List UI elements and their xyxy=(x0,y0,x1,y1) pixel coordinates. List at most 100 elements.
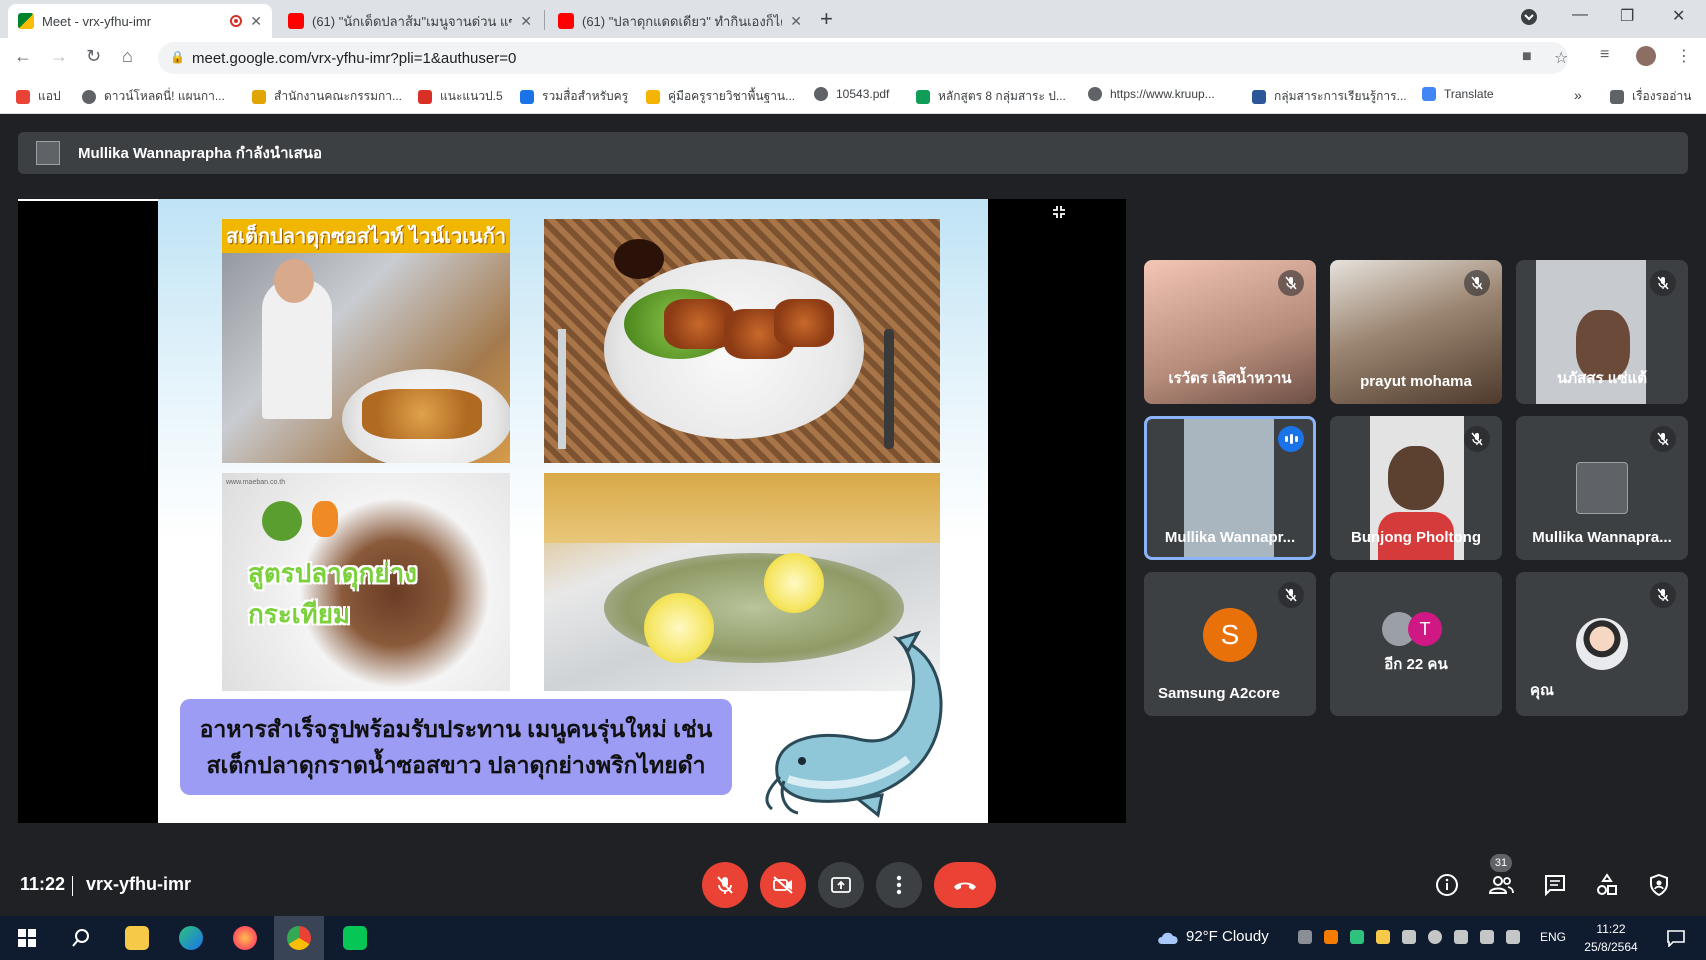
taskbar-search-button[interactable] xyxy=(56,916,106,960)
participant-tile-speaking[interactable]: Mullika Wannapr... xyxy=(1144,416,1316,560)
bookmark-item[interactable]: แนะแนวป.5 xyxy=(418,87,503,106)
chrome-menu-icon[interactable]: ⋮ xyxy=(1676,46,1692,66)
participant-tile[interactable]: Mullika Wannapra... xyxy=(1516,416,1688,560)
people-button[interactable] xyxy=(1486,870,1516,900)
bookmark-item[interactable]: สำนักงานคณะกรรมกา... xyxy=(252,87,402,106)
caption-line-2: สเต็กปลาดุกราดน้ำซอสขาว ปลาดุกย่างพริกไท… xyxy=(206,752,706,778)
firefox-button[interactable] xyxy=(220,916,270,960)
forward-icon[interactable]: → xyxy=(50,46,68,67)
bookmark-item[interactable]: https://www.kruup... xyxy=(1088,87,1215,101)
collapse-presentation-icon[interactable] xyxy=(1052,205,1066,224)
microphone-icon[interactable] xyxy=(1480,930,1494,944)
tray-app-icon[interactable] xyxy=(1298,930,1312,944)
bookmark-item[interactable]: 10543.pdf xyxy=(814,87,889,101)
lock-icon[interactable]: 🔒 xyxy=(170,50,185,64)
participant-tile[interactable]: เรวัตร เลิศน้ำหวาน xyxy=(1144,260,1316,404)
meeting-code: vrx-yfhu-imr xyxy=(86,874,192,894)
tray-app-icon[interactable] xyxy=(1324,930,1338,944)
leave-call-button[interactable] xyxy=(934,862,996,908)
bookmark-label: สำนักงานคณะกรรมกา... xyxy=(274,89,403,103)
participant-tile[interactable]: นภัสสร แซ่แต้ xyxy=(1516,260,1688,404)
bookmark-item[interactable]: คู่มือครูรายวิชาพื้นฐาน... xyxy=(646,87,795,106)
participant-name: Mullika Wannapr... xyxy=(1164,529,1296,546)
bookmark-item[interactable]: รวมสื่อสำหรับครู xyxy=(520,87,628,106)
restore-icon[interactable]: ❐ xyxy=(1620,6,1634,26)
drive-icon xyxy=(916,89,930,104)
bookmark-item[interactable]: ดาวน์โหลดนี่! แผนกา... xyxy=(82,87,225,106)
more-options-button[interactable] xyxy=(876,862,922,908)
close-window-icon[interactable]: ✕ xyxy=(1672,6,1685,26)
tab-youtube-2[interactable]: (61) "ปลาดุกแดดเดียว" ทำกินเองก็ได้ ✕ xyxy=(548,4,812,38)
volume-muted-icon[interactable] xyxy=(1454,930,1468,944)
security-icon[interactable] xyxy=(1376,930,1390,944)
wifi-icon[interactable] xyxy=(1428,930,1442,944)
tray-app-icon[interactable] xyxy=(1350,930,1364,944)
media-controls-icon[interactable]: ≡ xyxy=(1600,46,1609,64)
battery-icon[interactable] xyxy=(1402,930,1416,944)
present-now-button[interactable] xyxy=(818,862,864,908)
notification-icon xyxy=(1667,930,1685,947)
more-bookmarks-button[interactable]: » xyxy=(1574,87,1582,103)
bookmark-item[interactable]: หลักสูตร 8 กลุ่มสาระ ป... xyxy=(916,87,1066,106)
windows-taskbar: 92°F Cloudy ENG 11:22 25/8/2564 xyxy=(0,916,1706,960)
participant-tile[interactable]: S Samsung A2core xyxy=(1144,572,1316,716)
line-icon xyxy=(343,926,367,950)
file-explorer-button[interactable] xyxy=(112,916,162,960)
recording-icon xyxy=(230,15,243,27)
taskbar-time: 11:22 xyxy=(1596,922,1626,936)
bookmarks-bar: แอป ดาวน์โหลดนี่! แผนกา... สำนักงานคณะกร… xyxy=(0,78,1706,114)
tab-meet[interactable]: Meet - vrx-yfhu-imr ✕ xyxy=(8,4,272,38)
youtube-favicon-icon xyxy=(558,13,574,29)
input-language[interactable]: ENG xyxy=(1540,930,1566,944)
bookmark-item[interactable]: กลุ่มสาระการเรียนรู้การ... xyxy=(1252,87,1407,106)
notifications-button[interactable] xyxy=(1654,916,1698,960)
mic-off-icon xyxy=(1650,426,1676,452)
presentation-stage[interactable]: สเต็กปลาดุกซอสไวท์ ไวน์เวเนก้า www.maeba… xyxy=(18,199,1126,823)
tab-youtube-1[interactable]: (61) "นักเด็ดปลาส้ม"เมนูจานด่วน แซ่บ ✕ xyxy=(278,4,542,38)
close-tab-icon[interactable]: ✕ xyxy=(250,13,262,30)
close-tab-icon[interactable]: ✕ xyxy=(520,13,532,30)
host-controls-button[interactable] xyxy=(1644,870,1674,900)
speaking-indicator-icon xyxy=(1278,426,1304,452)
minimize-icon[interactable]: — xyxy=(1572,6,1588,24)
windows-start-button[interactable] xyxy=(2,916,52,960)
weather-widget[interactable]: 92°F Cloudy xyxy=(1156,928,1269,945)
taskbar-clock[interactable]: 11:22 25/8/2564 xyxy=(1576,920,1646,956)
apps-grid-icon xyxy=(16,89,30,104)
activities-button[interactable] xyxy=(1592,870,1622,900)
divider xyxy=(72,876,73,896)
url-text[interactable]: meet.google.com/vrx-yfhu-imr?pli=1&authu… xyxy=(192,50,516,67)
self-tile[interactable]: คุณ xyxy=(1516,572,1688,716)
chat-button[interactable] xyxy=(1540,870,1570,900)
address-bar[interactable]: 🔒 meet.google.com/vrx-yfhu-imr?pli=1&aut… xyxy=(158,42,1568,74)
reading-list-button[interactable]: เรื่องรออ่าน xyxy=(1610,87,1691,106)
camera-off-button[interactable] xyxy=(760,862,806,908)
mic-off-button[interactable] xyxy=(702,862,748,908)
line-button[interactable] xyxy=(330,916,380,960)
camera-in-use-icon[interactable]: ■ xyxy=(1522,48,1532,66)
bookmark-apps[interactable]: แอป xyxy=(16,87,61,106)
others-tile[interactable]: T อีก 22 คน xyxy=(1330,572,1502,716)
home-icon[interactable]: ⌂ xyxy=(122,46,133,67)
edge-button[interactable] xyxy=(166,916,216,960)
slide-photo3-tag: www.maeban.co.th xyxy=(226,479,286,486)
slide-photo-chef: สเต็กปลาดุกซอสไวท์ ไวน์เวเนก้า xyxy=(222,219,510,463)
participant-tile[interactable]: Bunjong Pholtong xyxy=(1330,416,1502,560)
bookmark-item[interactable]: Translate xyxy=(1422,87,1494,101)
bookmark-star-icon[interactable]: ☆ xyxy=(1554,48,1568,68)
chrome-icon xyxy=(287,926,311,950)
mic-off-icon xyxy=(717,876,733,894)
new-tab-button[interactable]: + xyxy=(820,6,833,32)
close-tab-icon[interactable]: ✕ xyxy=(790,13,802,30)
tab-search-icon[interactable] xyxy=(1520,8,1538,31)
chrome-button[interactable] xyxy=(274,916,324,960)
participant-name: Samsung A2core xyxy=(1158,685,1280,702)
display-icon[interactable] xyxy=(1506,930,1520,944)
reload-icon[interactable]: ↻ xyxy=(86,46,101,67)
bookmark-label: แนะแนวป.5 xyxy=(440,89,503,103)
participant-name: prayut mohama xyxy=(1360,373,1472,390)
meeting-info-button[interactable] xyxy=(1432,870,1462,900)
participant-tile[interactable]: prayut mohama xyxy=(1330,260,1502,404)
profile-avatar[interactable] xyxy=(1636,46,1656,66)
back-icon[interactable]: ← xyxy=(14,46,32,67)
